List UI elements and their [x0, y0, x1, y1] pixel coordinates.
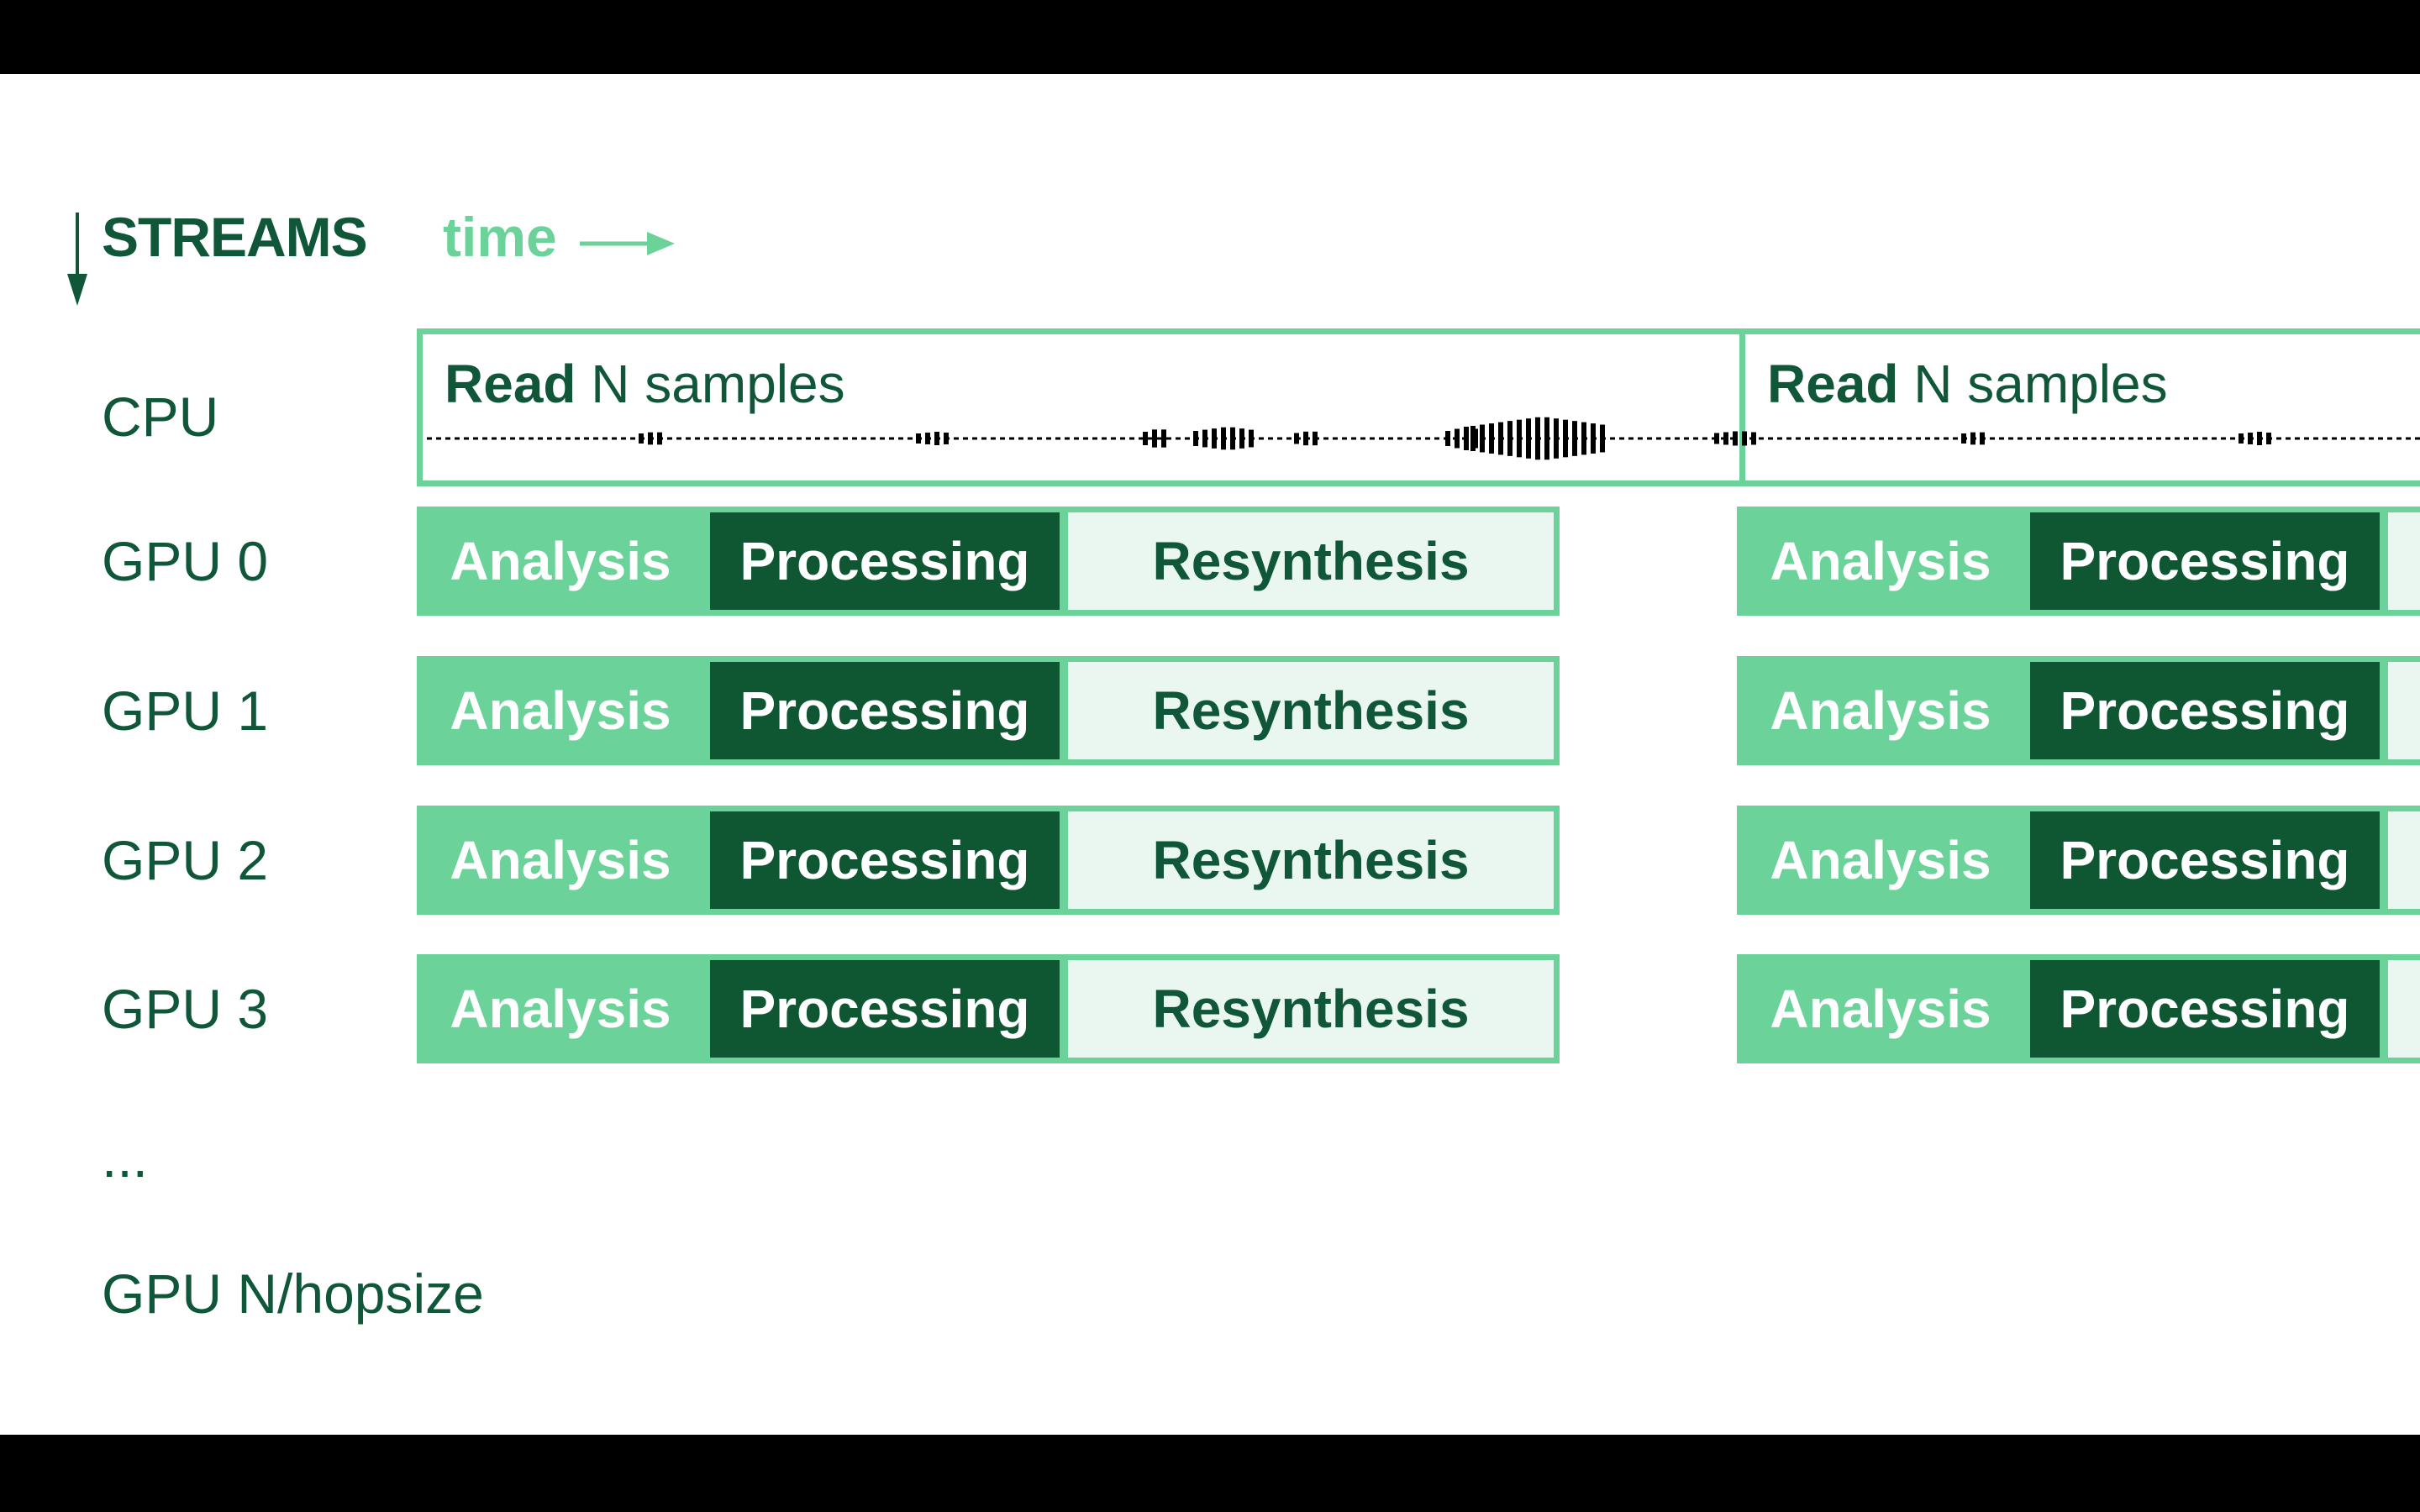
- waveform-bar: [1572, 421, 1577, 456]
- waveform-bar: [1980, 432, 1985, 445]
- waveform-bar: [1480, 424, 1485, 453]
- resynthesis-stage: Resynthesis: [1062, 954, 1560, 1063]
- waveform-bar: [1193, 431, 1198, 446]
- waveform-bar: [1723, 432, 1728, 445]
- waveform-bar: [1470, 426, 1476, 451]
- resynthesis-stage: Resynthesis: [1062, 507, 1560, 616]
- waveform-bar: [2248, 433, 2253, 444]
- processing-stage: Processing: [704, 656, 1065, 765]
- resynthesis-stage: [2382, 507, 2420, 616]
- analysis-stage: Analysis: [1737, 656, 2024, 765]
- processing-stage: Processing: [704, 806, 1065, 915]
- waveform-bar: [1554, 418, 1559, 459]
- waveform-bar: [1498, 422, 1503, 455]
- analysis-stage: Analysis: [417, 507, 704, 616]
- gpu-label: GPU 1: [102, 680, 269, 742]
- waveform-bar: [1445, 431, 1450, 446]
- waveform-bar: [2238, 433, 2244, 444]
- gpu-label: GPU 0: [102, 530, 269, 592]
- waveform-bar: [934, 432, 939, 445]
- analysis-stage: Analysis: [417, 656, 704, 765]
- resynthesis-stage: [2382, 656, 2420, 765]
- resynthesis-stage: [2382, 806, 2420, 915]
- waveform-bar: [1294, 433, 1299, 444]
- waveform-bar: [1517, 419, 1522, 458]
- gpu-label: GPU 2: [102, 829, 269, 891]
- analysis-stage: Analysis: [1737, 806, 2024, 915]
- waveform-bar: [1581, 422, 1586, 455]
- waveform-bar: [1221, 427, 1226, 450]
- waveform-bar: [925, 433, 930, 444]
- processing-stage: Processing: [2024, 954, 2386, 1063]
- gpu-label: GPU 3: [102, 978, 269, 1040]
- waveform-bar: [1249, 429, 1254, 448]
- processing-stage: Processing: [704, 954, 1065, 1063]
- waveform-bar: [1239, 428, 1244, 449]
- waveform-bar: [639, 433, 644, 444]
- waveform-bar: [1230, 427, 1235, 450]
- last-gpu-label: GPU N/hopsize: [102, 1263, 484, 1325]
- waveform-bar: [1202, 429, 1207, 448]
- waveform-bar: [1464, 427, 1469, 450]
- waveform-bar: [1526, 418, 1531, 459]
- waveform-bar: [1212, 428, 1217, 449]
- ellipsis: ...: [102, 1126, 149, 1189]
- waveform-bar: [1535, 417, 1540, 460]
- waveform-bar: [1970, 432, 1975, 445]
- analysis-stage: Analysis: [1737, 507, 2024, 616]
- waveform-bar: [944, 433, 949, 444]
- resynthesis-stage: [2382, 954, 2420, 1063]
- waveform-bar: [1455, 428, 1460, 449]
- waveform-bar: [657, 432, 662, 445]
- waveform-bar: [1489, 423, 1494, 454]
- waveform-bar: [1544, 417, 1549, 460]
- waveform-bar: [2266, 433, 2271, 444]
- waveform-bar: [1161, 429, 1166, 448]
- processing-stage: Processing: [2024, 656, 2386, 765]
- waveform-bar: [1563, 419, 1568, 458]
- waveform-bar: [916, 433, 921, 444]
- waveform-bar: [1507, 421, 1512, 456]
- analysis-stage: Analysis: [417, 954, 704, 1063]
- waveform-bar: [1152, 429, 1157, 448]
- processing-stage: Processing: [704, 507, 1065, 616]
- waveform-bar: [1591, 423, 1596, 454]
- processing-stage: Processing: [2024, 507, 2386, 616]
- waveform-bar: [1733, 431, 1738, 446]
- waveform-bar: [1961, 433, 1966, 444]
- waveform-bar: [1742, 431, 1747, 446]
- resynthesis-stage: Resynthesis: [1062, 806, 1560, 915]
- waveform-bar: [1303, 431, 1308, 446]
- waveform-bar: [1313, 431, 1318, 446]
- waveform-bar: [1714, 433, 1719, 444]
- waveform-bar: [648, 432, 653, 445]
- analysis-stage: Analysis: [1737, 954, 2024, 1063]
- resynthesis-stage: Resynthesis: [1062, 656, 1560, 765]
- waveform-bar: [1143, 432, 1148, 445]
- processing-stage: Processing: [2024, 806, 2386, 915]
- analysis-stage: Analysis: [417, 806, 704, 915]
- waveform-bar: [2257, 432, 2262, 445]
- waveform-bar: [1600, 424, 1605, 453]
